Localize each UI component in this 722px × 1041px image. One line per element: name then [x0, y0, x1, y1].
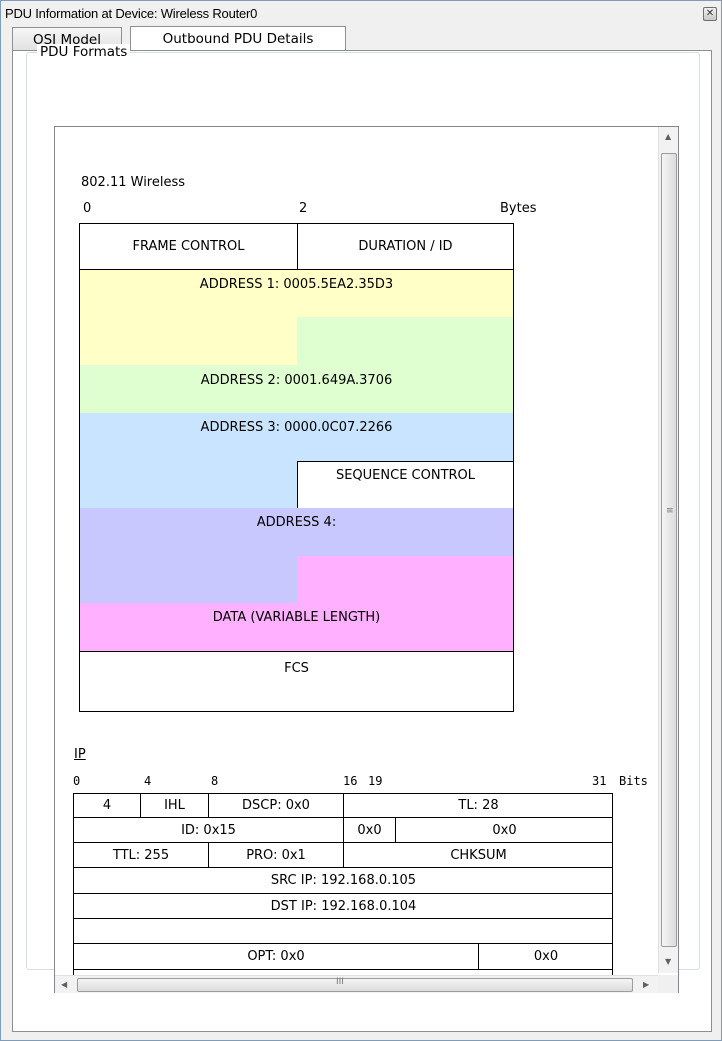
- ip-dscp-field: DSCP: 0x0: [242, 798, 310, 813]
- ip-ihl-field: IHL: [164, 798, 185, 813]
- ip-checksum-field: CHKSUM: [450, 847, 507, 863]
- scroll-down-icon[interactable]: ▼: [665, 957, 671, 966]
- frame-control-field: FRAME CONTROL: [132, 239, 245, 254]
- sequence-control-field: SEQUENCE CONTROL: [335, 468, 476, 483]
- ip-scale-31: 31: [592, 774, 607, 788]
- horizontal-scrollbar[interactable]: ◀ III ▶: [55, 975, 658, 993]
- ip-scale-8: 8: [211, 774, 219, 788]
- ip-scale-19: 19: [368, 774, 383, 788]
- scrollbar-corner: [658, 975, 678, 993]
- ip-scale-0: 0: [73, 774, 81, 788]
- ip-dst-field: DST IP: 192.168.0.104: [270, 898, 417, 914]
- scroll-left-icon[interactable]: ◀: [61, 980, 67, 989]
- fcs-field: FCS: [284, 661, 309, 676]
- tab-outbound-pdu-details[interactable]: Outbound PDU Details: [130, 26, 346, 52]
- ip-frag-offset-field: 0x0: [492, 822, 517, 838]
- ip-src-field: SRC IP: 192.168.0.105: [270, 873, 417, 888]
- scroll-up-icon[interactable]: ▲: [665, 132, 671, 141]
- grip-icon: III: [336, 977, 344, 987]
- grip-icon: ≡: [666, 506, 674, 516]
- wireless-scale-bytes: Bytes: [500, 201, 537, 216]
- ip-scale-16: 16: [343, 774, 358, 788]
- divider: [297, 461, 514, 462]
- ip-scale-bits: Bits: [619, 774, 648, 788]
- divider: [79, 269, 514, 270]
- divider: [79, 651, 514, 652]
- pdu-scroll-viewport[interactable]: 802.11 Wireless 0 2 Bytes FRAME CONTROL …: [54, 126, 679, 993]
- window-title: PDU Information at Device: Wireless Rout…: [5, 6, 258, 21]
- close-icon: ✕: [705, 8, 715, 19]
- ip-flags-field: 0x0: [357, 822, 382, 838]
- vertical-scroll-thumb[interactable]: ≡: [661, 153, 677, 947]
- wireless-title: 802.11 Wireless: [81, 175, 186, 190]
- ip-options-field: OPT: 0x0: [247, 949, 305, 964]
- title-bar: PDU Information at Device: Wireless Rout…: [1, 1, 721, 27]
- horizontal-scroll-thumb[interactable]: III: [77, 977, 633, 992]
- ip-padding-field: 0x0: [533, 949, 559, 964]
- wireless-scale-2: 2: [299, 201, 308, 216]
- duration-id-field: DURATION / ID: [358, 239, 453, 254]
- address1-field: ADDRESS 1: 0005.5EA2.35D3: [199, 277, 394, 292]
- ip-ttl-field: TTL: 255: [112, 847, 170, 863]
- ip-scale-4: 4: [144, 774, 152, 788]
- address3-field: ADDRESS 3: 0000.0C07.2266: [200, 420, 393, 435]
- ip-version-field: 4: [102, 798, 112, 813]
- ip-protocol-field: PRO: 0x1: [246, 847, 306, 863]
- ip-id-field: ID: 0x15: [181, 822, 236, 838]
- ip-title: IP: [74, 747, 86, 762]
- address2-field: ADDRESS 2: 0001.649A.3706: [200, 373, 393, 388]
- pdu-formats-label: PDU Formats: [37, 44, 131, 60]
- vertical-scrollbar[interactable]: ▲ ≡ ▼: [658, 127, 678, 973]
- ip-tl-field: TL: 28: [458, 798, 499, 813]
- close-button[interactable]: ✕: [703, 7, 717, 21]
- address4-field: ADDRESS 4:: [256, 515, 337, 530]
- wireless-scale-0: 0: [83, 201, 92, 216]
- data-field: DATA (VARIABLE LENGTH): [212, 610, 381, 625]
- ip-spacer-row: [74, 919, 613, 943]
- scroll-right-icon[interactable]: ▶: [643, 980, 649, 989]
